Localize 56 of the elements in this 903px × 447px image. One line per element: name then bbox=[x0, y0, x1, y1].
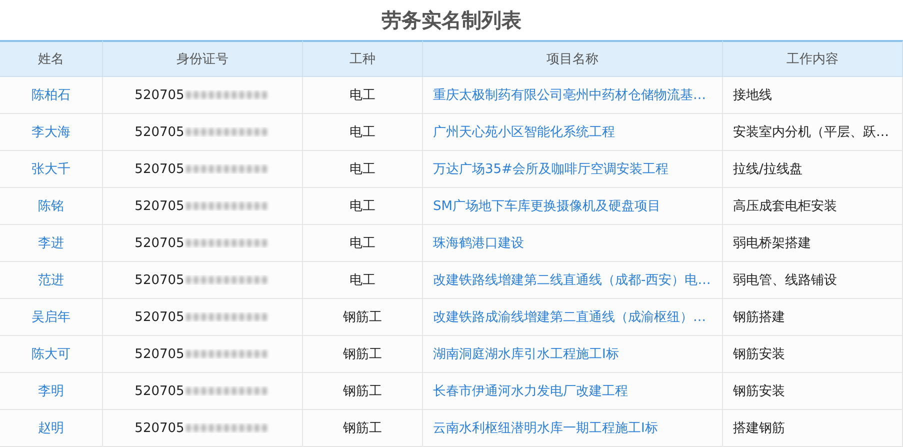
id-number: 520705 bbox=[134, 346, 184, 362]
work-text: 搭建钢筋 bbox=[733, 420, 785, 437]
trade-text: 电工 bbox=[350, 124, 376, 141]
column-header: 工作内容 bbox=[723, 40, 903, 77]
id-number: 520705 bbox=[134, 420, 184, 436]
work-text: 钢筋安装 bbox=[733, 346, 785, 363]
trade-text: 钢筋工 bbox=[343, 420, 382, 437]
work-text: 弱电管、线路铺设 bbox=[733, 272, 837, 289]
name-link[interactable]: 陈铭 bbox=[38, 197, 64, 215]
project-link[interactable]: 长春市伊通河水力发电厂改建工程 bbox=[433, 382, 628, 400]
trade-text: 钢筋工 bbox=[343, 309, 382, 326]
trade-text: 钢筋工 bbox=[343, 346, 382, 363]
project-link[interactable]: 珠海鹤港口建设 bbox=[433, 234, 524, 252]
id-number: 520705 bbox=[134, 124, 184, 140]
project-link[interactable]: SM广场地下车库更换摄像机及硬盘项目 bbox=[433, 197, 660, 215]
project-link[interactable]: 重庆太极制药有限公司亳州中药材仓储物流基… bbox=[433, 86, 706, 104]
trade-text: 电工 bbox=[350, 87, 376, 104]
id-number: 520705 bbox=[134, 236, 184, 250]
name-link[interactable]: 赵明 bbox=[38, 419, 64, 437]
name-link[interactable]: 陈大可 bbox=[32, 345, 70, 363]
project-link[interactable]: 广州天心苑小区智能化系统工程 bbox=[433, 123, 615, 141]
work-text: 拉线/拉线盘 bbox=[733, 161, 802, 178]
name-link[interactable]: 李明 bbox=[38, 382, 64, 400]
id-number: 520705 bbox=[134, 88, 184, 102]
id-number: 520705 bbox=[134, 310, 184, 324]
column-header: 工种 bbox=[303, 40, 423, 77]
name-link[interactable]: 李大海 bbox=[32, 123, 70, 141]
work-text: 接地线 bbox=[733, 87, 772, 104]
trade-text: 钢筋工 bbox=[343, 383, 382, 400]
trade-text: 电工 bbox=[350, 198, 376, 215]
name-link[interactable]: 李进 bbox=[38, 234, 64, 252]
trade-text: 电工 bbox=[350, 272, 376, 289]
name-link[interactable]: 陈柏石 bbox=[32, 86, 70, 104]
trade-text: 电工 bbox=[350, 235, 376, 252]
project-link[interactable]: 湖南洞庭湖水库引水工程施工Ⅰ标 bbox=[433, 345, 619, 363]
page-title: 劳务实名制列表 bbox=[382, 6, 522, 34]
work-text: 钢筋搭建 bbox=[733, 309, 785, 326]
column-header: 项目名称 bbox=[423, 40, 723, 77]
work-text: 钢筋安装 bbox=[733, 383, 785, 400]
id-number: 520705 bbox=[134, 384, 184, 398]
trade-text: 电工 bbox=[350, 161, 376, 178]
id-number: 520705 bbox=[134, 272, 184, 288]
id-number: 520705 bbox=[134, 162, 184, 176]
column-header: 姓名 bbox=[0, 40, 103, 77]
project-link[interactable]: 万达广场35#会所及咖啡厅空调安装工程 bbox=[433, 160, 668, 178]
column-header: 身份证号 bbox=[103, 40, 303, 77]
work-text: 高压成套电柜安装 bbox=[733, 198, 837, 215]
name-link[interactable]: 范进 bbox=[38, 271, 64, 289]
work-text: 弱电桥架搭建 bbox=[733, 235, 811, 252]
project-link[interactable]: 改建铁路线增建第二线直通线（成都-西安）电… bbox=[433, 271, 711, 289]
project-link[interactable]: 改建铁路成渝线增建第二直通线（成渝枢纽）… bbox=[433, 308, 706, 326]
id-number: 520705 bbox=[134, 198, 184, 214]
work-text: 安装室内分机（平层、跃… bbox=[733, 124, 889, 141]
project-link[interactable]: 云南水利枢纽潜明水库一期工程施工Ⅰ标 bbox=[433, 419, 658, 437]
name-link[interactable]: 吴启年 bbox=[32, 308, 70, 326]
name-link[interactable]: 张大千 bbox=[32, 160, 70, 178]
